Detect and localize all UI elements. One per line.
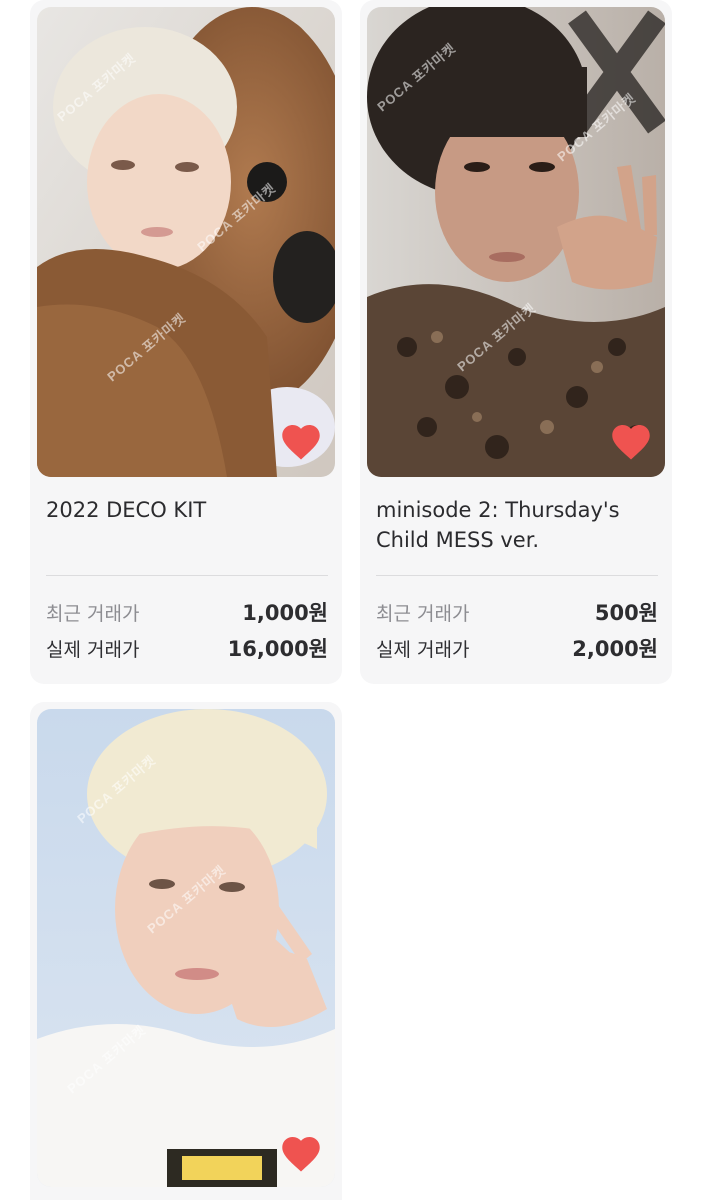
heart-icon[interactable] bbox=[609, 421, 653, 461]
recent-price-value: 500원 bbox=[594, 601, 658, 625]
divider bbox=[376, 575, 658, 576]
actual-price-value: 2,000원 bbox=[572, 637, 658, 661]
actual-price-value: 16,000원 bbox=[227, 637, 328, 661]
product-grid: POCA 포카마켓 POCA 포카마켓 POCA 포카마켓 2022 DECO … bbox=[0, 0, 704, 1200]
product-card[interactable]: POCA 포카마켓 POCA 포카마켓 POCA 포카마켓 bbox=[30, 702, 342, 1200]
actual-price-label: 실제 거래가 bbox=[376, 638, 470, 661]
divider bbox=[46, 575, 328, 576]
recent-price-label: 최근 거래가 bbox=[376, 602, 470, 625]
heart-icon[interactable] bbox=[279, 421, 323, 461]
photocard-image[interactable]: POCA 포카마켓 POCA 포카마켓 POCA 포카마켓 bbox=[367, 7, 665, 477]
product-title[interactable]: minisode 2: Thursday's Child MESS ver. bbox=[376, 495, 658, 555]
actual-price-row: 실제 거래가 16,000원 bbox=[46, 633, 328, 663]
actual-price-row: 실제 거래가 2,000원 bbox=[376, 633, 658, 663]
product-card[interactable]: POCA 포카마켓 POCA 포카마켓 POCA 포카마켓 minisode 2… bbox=[360, 0, 672, 684]
recent-price-row: 최근 거래가 500원 bbox=[376, 597, 658, 627]
recent-price-row: 최근 거래가 1,000원 bbox=[46, 597, 328, 627]
photocard-image[interactable]: POCA 포카마켓 POCA 포카마켓 POCA 포카마켓 bbox=[37, 7, 335, 477]
photocard-image[interactable]: POCA 포카마켓 POCA 포카마켓 POCA 포카마켓 bbox=[37, 709, 335, 1187]
actual-price-label: 실제 거래가 bbox=[46, 638, 140, 661]
recent-price-label: 최근 거래가 bbox=[46, 602, 140, 625]
recent-price-value: 1,000원 bbox=[242, 601, 328, 625]
product-card[interactable]: POCA 포카마켓 POCA 포카마켓 POCA 포카마켓 2022 DECO … bbox=[30, 0, 342, 684]
heart-icon[interactable] bbox=[279, 1133, 323, 1173]
product-title[interactable]: 2022 DECO KIT bbox=[46, 495, 328, 525]
